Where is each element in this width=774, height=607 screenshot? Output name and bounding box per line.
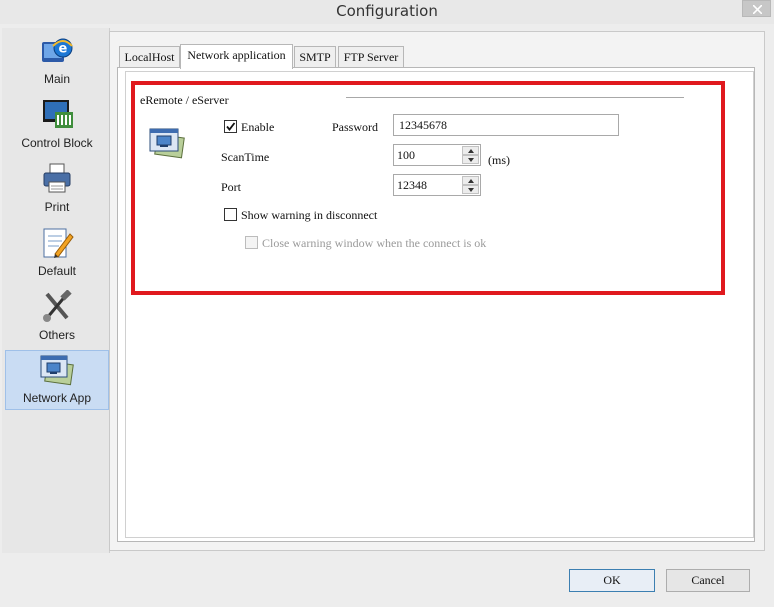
tab-localhost[interactable]: LocalHost <box>119 46 180 67</box>
checkbox-box <box>245 236 258 249</box>
ok-button[interactable]: OK <box>569 569 655 592</box>
svg-text:e: e <box>59 42 68 57</box>
window-title: Configuration <box>336 2 438 20</box>
sidebar-item-label: Others <box>38 328 75 342</box>
password-label: Password <box>332 120 379 134</box>
spin-down-button[interactable] <box>462 155 479 164</box>
sidebar-item-control-block[interactable]: Control Block <box>5 98 109 156</box>
group-title: eRemote / eServer <box>140 93 229 107</box>
spin-up-button[interactable] <box>462 146 479 155</box>
group-divider <box>346 97 684 98</box>
sidebar-item-label: Network App <box>22 391 92 405</box>
sidebar-item-label: Print <box>44 200 70 214</box>
checkbox-box[interactable] <box>224 208 237 221</box>
port-stepper[interactable]: 12348 <box>393 174 481 196</box>
document-pencil-icon <box>43 228 74 258</box>
scantime-spinner <box>462 146 479 164</box>
arrow-up-icon <box>468 149 474 153</box>
sidebar: e Main Control Block Print Default Other… <box>2 28 110 553</box>
port-spinner <box>462 176 479 194</box>
close-warning-label: Close warning window when the connect is… <box>262 236 487 250</box>
scantime-stepper[interactable]: 100 <box>393 144 481 166</box>
tab-smtp[interactable]: SMTP <box>294 46 336 67</box>
tab-ftp-server[interactable]: FTP Server <box>338 46 404 67</box>
show-warning-label: Show warning in disconnect <box>241 208 378 222</box>
monitor-icon <box>43 100 73 128</box>
enable-checkbox[interactable]: Enable <box>224 120 274 135</box>
sidebar-item-default[interactable]: Default <box>5 226 109 284</box>
checkbox-box[interactable] <box>224 120 237 133</box>
close-button[interactable] <box>742 0 771 17</box>
network-app-icon <box>149 128 185 159</box>
enable-label: Enable <box>241 120 275 134</box>
spin-down-button[interactable] <box>462 185 479 194</box>
network-app-icon <box>40 355 74 386</box>
cancel-button[interactable]: Cancel <box>666 569 750 592</box>
tab-network-application[interactable]: Network application <box>180 44 293 69</box>
arrow-down-icon <box>468 188 474 192</box>
title-bar: Configuration <box>0 0 774 24</box>
sidebar-item-label: Main <box>43 72 70 86</box>
sidebar-item-network-app[interactable]: Network App <box>5 350 109 410</box>
close-icon <box>753 5 762 14</box>
printer-icon <box>43 163 71 193</box>
ie-icon: e <box>42 38 73 62</box>
password-field[interactable]: 12345678 <box>393 114 619 136</box>
arrow-up-icon <box>468 179 474 183</box>
port-value[interactable]: 12348 <box>397 178 427 193</box>
arrow-down-icon <box>468 158 474 162</box>
close-warning-checkbox: Close warning window when the connect is… <box>245 236 486 251</box>
sidebar-item-main[interactable]: e Main <box>5 34 109 92</box>
sidebar-item-label: Control Block <box>21 136 93 150</box>
port-label: Port <box>221 180 242 194</box>
scantime-unit: (ms) <box>488 153 510 167</box>
tools-icon <box>43 290 72 322</box>
sidebar-item-label: Default <box>37 264 77 278</box>
scantime-value[interactable]: 100 <box>397 148 415 163</box>
show-warning-checkbox[interactable]: Show warning in disconnect <box>224 208 377 223</box>
sidebar-item-others[interactable]: Others <box>5 290 109 348</box>
sidebar-item-print[interactable]: Print <box>5 162 109 220</box>
scantime-label: ScanTime <box>221 150 270 164</box>
spin-up-button[interactable] <box>462 176 479 185</box>
checkmark-icon <box>226 122 236 131</box>
